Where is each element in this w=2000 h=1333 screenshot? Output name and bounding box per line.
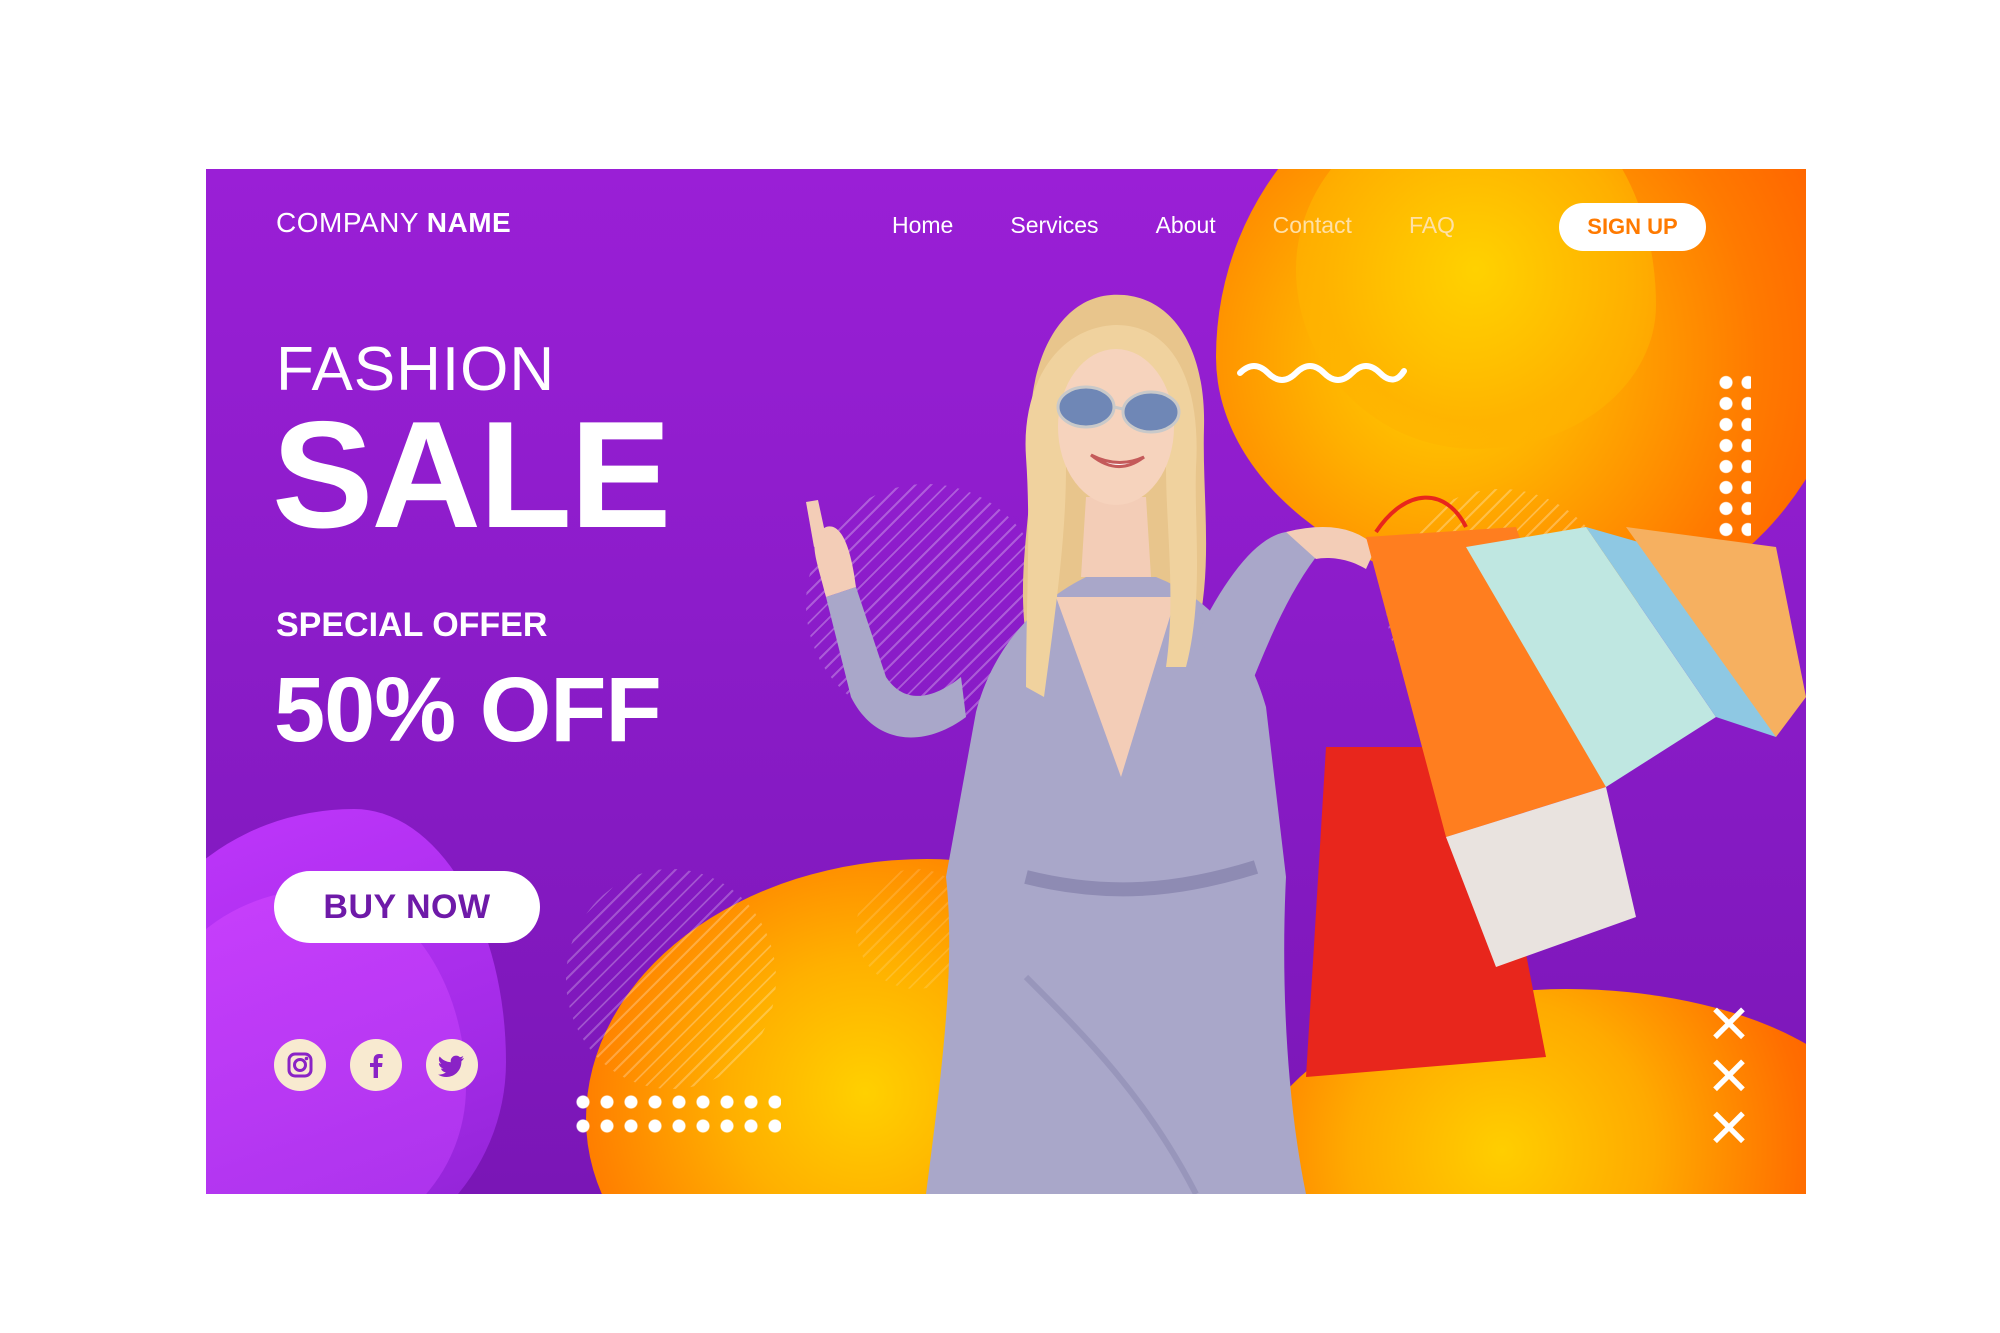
sign-up-button[interactable]: SIGN UP [1559,203,1706,251]
nav-home[interactable]: Home [892,212,953,239]
nav-contact[interactable]: Contact [1273,212,1352,239]
nav-services[interactable]: Services [1010,212,1098,239]
hero-title-line2: SALE [272,390,671,560]
brand-regular: COMPANY [276,207,419,238]
company-logo[interactable]: COMPANY NAME [276,207,511,239]
model-with-shopping-bags-image [806,294,1806,1194]
brand-bold: NAME [426,207,512,238]
social-links [274,1039,478,1091]
offer-value: 50% OFF [274,659,662,761]
page: ✕ ✕ ✕ COMPANY NAME Home Services About C… [0,0,2000,1333]
facebook-icon[interactable] [350,1039,402,1091]
nav-faq[interactable]: FAQ [1409,212,1455,239]
offer-label: SPECIAL OFFER [276,606,548,644]
instagram-icon[interactable] [274,1039,326,1091]
twitter-icon[interactable] [426,1039,478,1091]
main-nav: Home Services About Contact FAQ [892,212,1455,239]
nav-about[interactable]: About [1156,212,1216,239]
landing-banner: ✕ ✕ ✕ COMPANY NAME Home Services About C… [206,169,1806,1194]
buy-now-button[interactable]: BUY NOW [274,871,540,943]
